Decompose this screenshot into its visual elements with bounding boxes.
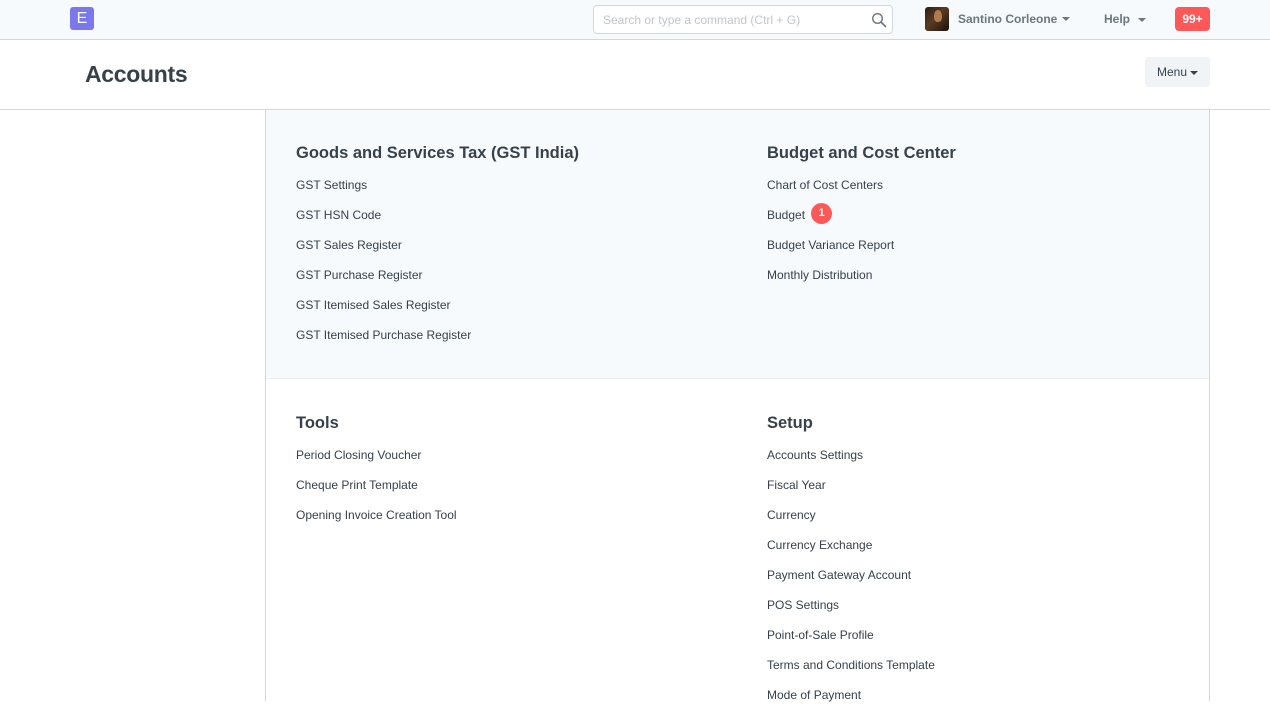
- list-item: POS Settings: [767, 598, 935, 628]
- link-point-of-sale-profile[interactable]: Point-of-Sale Profile: [767, 628, 874, 643]
- link-pos-settings[interactable]: POS Settings: [767, 598, 839, 613]
- list-item: Budget Variance Report: [767, 238, 956, 268]
- user-name[interactable]: Santino Corleone: [958, 12, 1057, 26]
- chevron-down-icon: [1062, 17, 1071, 21]
- module-budget: Budget and Cost Center Chart of Cost Cen…: [767, 110, 956, 298]
- list-item: Budget 1: [767, 203, 956, 238]
- section-row: Goods and Services Tax (GST India) GST S…: [266, 110, 1209, 379]
- list-item: Period Closing Voucher: [296, 448, 457, 478]
- list-item: GST Sales Register: [296, 238, 579, 268]
- link-currency[interactable]: Currency: [767, 508, 816, 523]
- link-chart-of-cost-centers[interactable]: Chart of Cost Centers: [767, 178, 883, 193]
- list-item: GST HSN Code: [296, 208, 579, 238]
- app-logo[interactable]: E: [70, 7, 94, 30]
- link-opening-invoice-creation-tool[interactable]: Opening Invoice Creation Tool: [296, 508, 457, 523]
- list-item: Cheque Print Template: [296, 478, 457, 508]
- list-item: Opening Invoice Creation Tool: [296, 508, 457, 538]
- list-item: Currency Exchange: [767, 538, 935, 568]
- list-item: Point-of-Sale Profile: [767, 628, 935, 658]
- notifications-badge[interactable]: 99+: [1175, 7, 1210, 31]
- list-item: Accounts Settings: [767, 448, 935, 478]
- list-item: GST Purchase Register: [296, 268, 579, 298]
- section-row: Tools Period Closing Voucher Cheque Prin…: [266, 380, 1209, 702]
- module-setup: Setup Accounts Settings Fiscal Year Curr…: [767, 380, 935, 718]
- list-item: GST Settings: [296, 178, 579, 208]
- avatar[interactable]: [925, 7, 949, 31]
- link-period-closing-voucher[interactable]: Period Closing Voucher: [296, 448, 421, 463]
- help-label[interactable]: Help: [1104, 12, 1130, 26]
- link-budget[interactable]: Budget: [767, 208, 805, 223]
- chevron-down-icon: [1138, 17, 1147, 22]
- search-icon[interactable]: [871, 12, 887, 28]
- menu-button[interactable]: Menu: [1145, 57, 1210, 87]
- list-item: GST Itemised Sales Register: [296, 298, 579, 328]
- link-fiscal-year[interactable]: Fiscal Year: [767, 478, 826, 493]
- list-item: Chart of Cost Centers: [767, 178, 956, 208]
- top-navbar: E Santino Corleone Help 99+: [0, 0, 1270, 40]
- list-item: Terms and Conditions Template: [767, 658, 935, 688]
- link-cheque-print-template[interactable]: Cheque Print Template: [296, 478, 418, 493]
- count-badge: 1: [811, 203, 833, 224]
- link-gst-purchase-register[interactable]: GST Purchase Register: [296, 268, 423, 283]
- list-item: Payment Gateway Account: [767, 568, 935, 598]
- list-item: Currency: [767, 508, 935, 538]
- user-dropdown[interactable]: Santino Corleone: [925, 7, 1071, 31]
- link-gst-hsn-code[interactable]: GST HSN Code: [296, 208, 381, 223]
- module-title: Setup: [767, 414, 813, 432]
- module-tools: Tools Period Closing Voucher Cheque Prin…: [296, 380, 457, 538]
- module-gst: Goods and Services Tax (GST India) GST S…: [296, 110, 579, 358]
- modules-panel: Goods and Services Tax (GST India) GST S…: [265, 110, 1210, 702]
- search-box[interactable]: [593, 5, 893, 34]
- link-payment-gateway-account[interactable]: Payment Gateway Account: [767, 568, 911, 583]
- link-gst-itemised-purchase-register[interactable]: GST Itemised Purchase Register: [296, 328, 471, 343]
- menu-button-label: Menu: [1156, 65, 1188, 79]
- link-gst-settings[interactable]: GST Settings: [296, 178, 367, 193]
- link-gst-sales-register[interactable]: GST Sales Register: [296, 238, 402, 253]
- help-dropdown[interactable]: Help: [1104, 12, 1147, 26]
- module-title: Tools: [296, 414, 339, 432]
- link-accounts-settings[interactable]: Accounts Settings: [767, 448, 863, 463]
- list-item: Mode of Payment: [767, 688, 935, 718]
- link-currency-exchange[interactable]: Currency Exchange: [767, 538, 872, 553]
- list-item: Monthly Distribution: [767, 268, 956, 298]
- link-budget-variance-report[interactable]: Budget Variance Report: [767, 238, 894, 253]
- link-monthly-distribution[interactable]: Monthly Distribution: [767, 268, 872, 283]
- list-item: Fiscal Year: [767, 478, 935, 508]
- link-gst-itemised-sales-register[interactable]: GST Itemised Sales Register: [296, 298, 451, 313]
- module-title: Budget and Cost Center: [767, 144, 956, 162]
- list-item: GST Itemised Purchase Register: [296, 328, 579, 358]
- link-terms-and-conditions-template[interactable]: Terms and Conditions Template: [767, 658, 935, 673]
- chevron-down-icon: [1190, 70, 1199, 75]
- page-header: Accounts Menu: [0, 40, 1270, 110]
- module-title: Goods and Services Tax (GST India): [296, 144, 580, 162]
- page-title: Accounts: [85, 61, 188, 87]
- search-input[interactable]: [594, 6, 864, 33]
